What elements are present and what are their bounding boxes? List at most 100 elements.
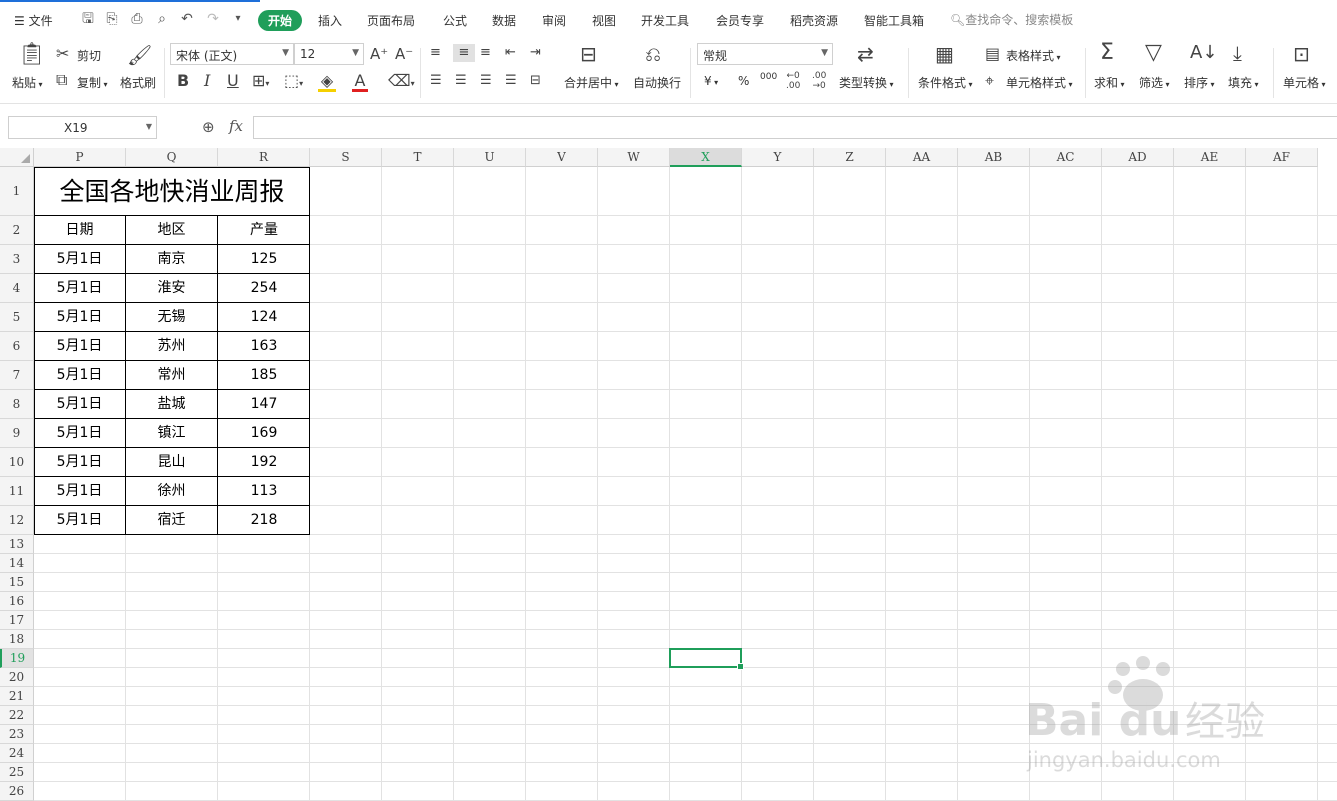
row-header-9[interactable]: 9 (0, 419, 34, 448)
align-middle-icon[interactable]: ≡ (453, 44, 475, 62)
tab-6[interactable]: 视图 (592, 12, 616, 29)
tab-3[interactable]: 公式 (443, 12, 467, 29)
cell-shading-icon[interactable]: ⬚▾ (284, 72, 303, 93)
increase-font-icon[interactable]: A⁺ (370, 45, 388, 63)
table-cell[interactable]: 192 (218, 448, 310, 477)
row-header-2[interactable]: 2 (0, 216, 34, 245)
merge-center-icon[interactable]: ⊟ (580, 44, 597, 64)
column-header-R[interactable]: R (218, 148, 310, 167)
table-cell[interactable]: 镇江 (126, 419, 218, 448)
print-icon[interactable]: ⎙ (129, 11, 145, 27)
table-cell[interactable]: 5月1日 (34, 303, 126, 332)
table-cell[interactable]: 113 (218, 477, 310, 506)
column-header-AD[interactable]: AD (1102, 148, 1174, 167)
row-header-23[interactable]: 23 (0, 725, 34, 744)
undo-icon[interactable]: ↶ (179, 11, 195, 27)
indent-icon[interactable]: ⇥ (530, 44, 541, 62)
fill-icon[interactable]: ⤓ (1233, 43, 1242, 63)
table-cell[interactable]: 5月1日 (34, 477, 126, 506)
wrap-text-button[interactable]: 自动换行 (633, 74, 681, 91)
formula-input[interactable] (253, 116, 1337, 139)
table-cell[interactable]: 徐州 (126, 477, 218, 506)
table-cell[interactable]: 185 (218, 361, 310, 390)
scissors-icon[interactable]: ✂ (56, 45, 69, 63)
column-header-Z[interactable]: Z (814, 148, 886, 167)
align-right-icon[interactable]: ☰ (480, 72, 492, 90)
table-cell[interactable]: 5月1日 (34, 390, 126, 419)
row-header-20[interactable]: 20 (0, 668, 34, 687)
row-header-18[interactable]: 18 (0, 630, 34, 649)
table-cell[interactable]: 无锡 (126, 303, 218, 332)
tab-9[interactable]: 稻壳资源 (790, 12, 838, 29)
conditional-format-icon[interactable]: ▦ (935, 44, 954, 64)
increase-decimal-icon[interactable]: ←0.00 (786, 71, 800, 91)
row-header-3[interactable]: 3 (0, 245, 34, 274)
column-header-AA[interactable]: AA (886, 148, 958, 167)
table-cell[interactable]: 5月1日 (34, 419, 126, 448)
currency-button[interactable]: ¥ ▾ (704, 74, 718, 88)
row-header-1[interactable]: 1 (0, 167, 34, 216)
row-header-11[interactable]: 11 (0, 477, 34, 506)
row-header-10[interactable]: 10 (0, 448, 34, 477)
thousands-button[interactable]: 000 (760, 72, 777, 82)
paste-icon[interactable]: 📋︎ (18, 44, 46, 66)
bold-icon[interactable]: B (177, 72, 189, 90)
row-header-14[interactable]: 14 (0, 554, 34, 573)
row-header-17[interactable]: 17 (0, 611, 34, 630)
row-header-15[interactable]: 15 (0, 573, 34, 592)
underline-icon[interactable]: U (227, 72, 239, 90)
tab-10[interactable]: 智能工具箱 (864, 12, 924, 29)
selected-cell[interactable] (669, 648, 744, 670)
tab-1[interactable]: 插入 (318, 12, 342, 29)
table-cell[interactable]: 昆山 (126, 448, 218, 477)
redo-icon[interactable]: ↷ (205, 11, 221, 27)
tab-5[interactable]: 审阅 (542, 12, 566, 29)
decrease-font-icon[interactable]: A⁻ (395, 45, 413, 63)
align-center-icon[interactable]: ☰ (455, 72, 467, 90)
table-cell[interactable]: 盐城 (126, 390, 218, 419)
tab-4[interactable]: 数据 (492, 12, 516, 29)
wrap-text-icon[interactable]: ⎌ (645, 44, 661, 64)
search-box[interactable]: 🔍︎查找命令、搜索模板 (950, 11, 1073, 28)
column-header-W[interactable]: W (598, 148, 670, 167)
outdent-icon[interactable]: ⇤ (505, 44, 516, 62)
filter-button[interactable]: 筛选 ▾ (1139, 74, 1170, 91)
number-format-select[interactable]: 常规 ▼ (697, 43, 833, 65)
table-cell[interactable]: 5月1日 (34, 274, 126, 303)
column-header-Y[interactable]: Y (742, 148, 814, 167)
sort-icon[interactable]: A↓ (1190, 44, 1217, 62)
format-painter-icon[interactable]: 🖌︎ (127, 45, 152, 65)
font-name-select[interactable]: 宋体 (正文) ▼ (170, 43, 294, 65)
table-cell[interactable]: 254 (218, 274, 310, 303)
font-size-select[interactable]: 12 ▼ (294, 43, 364, 65)
header-cell[interactable]: 地区 (126, 216, 218, 245)
cell-style-icon[interactable]: ⌖ (985, 72, 994, 90)
cell-style-button[interactable]: 单元格样式 ▾ (1006, 74, 1073, 91)
print-preview-icon[interactable]: ⌕ (154, 11, 170, 27)
column-header-U[interactable]: U (454, 148, 526, 167)
cell-icon[interactable]: ⊡ (1293, 44, 1310, 64)
row-header-13[interactable]: 13 (0, 535, 34, 554)
table-cell[interactable]: 125 (218, 245, 310, 274)
column-header-Q[interactable]: Q (126, 148, 218, 167)
row-header-6[interactable]: 6 (0, 332, 34, 361)
table-cell[interactable]: 169 (218, 419, 310, 448)
table-cell[interactable]: 淮安 (126, 274, 218, 303)
table-cell[interactable]: 南京 (126, 245, 218, 274)
customize-chevron-icon[interactable]: ▾ (230, 11, 246, 27)
row-header-5[interactable]: 5 (0, 303, 34, 332)
row-header-21[interactable]: 21 (0, 687, 34, 706)
align-top-icon[interactable]: ≡ (430, 44, 441, 62)
save-icon[interactable]: 🖫 (80, 11, 96, 27)
row-header-26[interactable]: 26 (0, 782, 34, 801)
row-header-4[interactable]: 4 (0, 274, 34, 303)
column-header-AF[interactable]: AF (1246, 148, 1318, 167)
table-cell[interactable]: 宿迁 (126, 506, 218, 535)
row-header-24[interactable]: 24 (0, 744, 34, 763)
column-header-AC[interactable]: AC (1030, 148, 1102, 167)
cut-button[interactable]: 剪切 (77, 47, 101, 64)
cell-button[interactable]: 单元格 ▾ (1283, 74, 1326, 91)
table-cell[interactable]: 124 (218, 303, 310, 332)
select-all-corner[interactable] (0, 148, 34, 167)
paste-button[interactable]: 粘贴 ▾ (12, 74, 43, 91)
